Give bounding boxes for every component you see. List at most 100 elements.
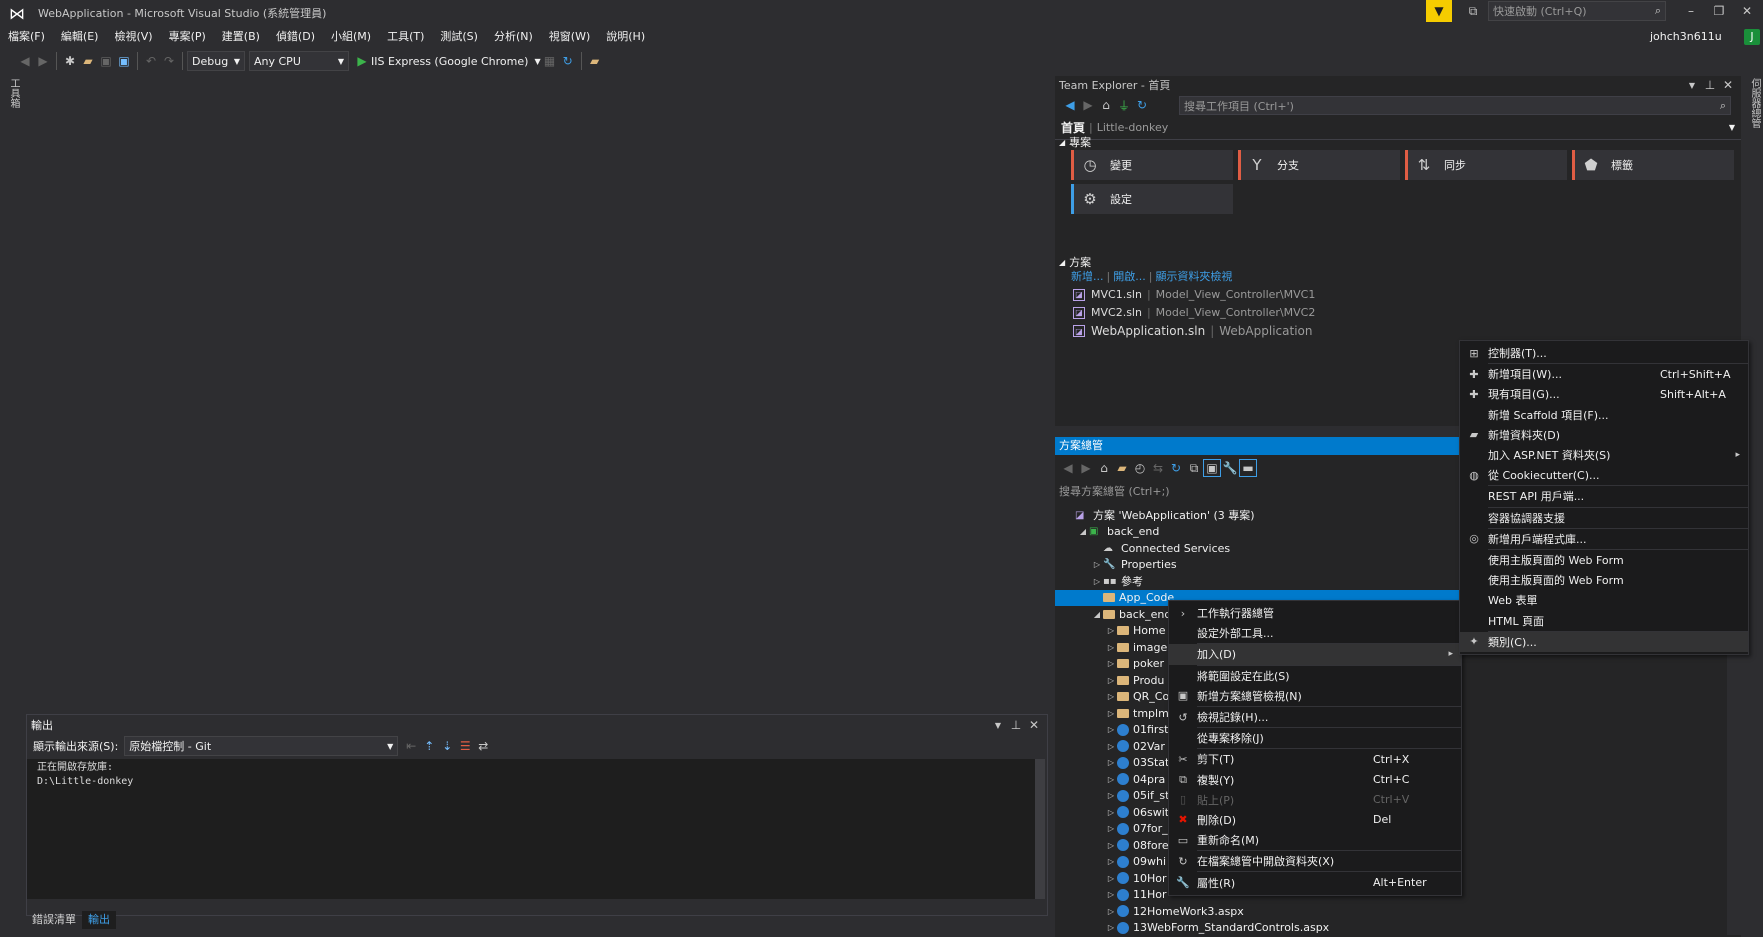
add-menu-item[interactable]: HTML 頁面: [1460, 610, 1748, 630]
properties-icon[interactable]: 🔧: [1221, 459, 1239, 477]
home-icon[interactable]: ⌂: [1097, 96, 1115, 114]
menu-view[interactable]: 檢視(V): [106, 26, 160, 48]
redo-icon[interactable]: ↷: [160, 52, 178, 70]
add-menu-item[interactable]: REST API 用戶端...: [1460, 486, 1748, 506]
work-item-search[interactable]: 搜尋工作項目 (Ctrl+') ⌕: [1179, 96, 1731, 115]
close-icon[interactable]: ✕: [1025, 716, 1043, 734]
collapsed-arrow-icon[interactable]: ▷: [1091, 560, 1103, 569]
menu-window[interactable]: 視窗(W): [541, 26, 598, 48]
next-message-icon[interactable]: ⇣: [438, 737, 456, 755]
menu-file[interactable]: 檔案(F): [0, 26, 53, 48]
close-icon[interactable]: ✕: [1738, 2, 1756, 20]
context-menu-item[interactable]: 🔧 屬性(R) Alt+Enter: [1169, 872, 1461, 892]
context-menu-item[interactable]: ✖ 刪除(D) Del: [1169, 810, 1461, 830]
menu-debug[interactable]: 偵錯(D): [268, 26, 323, 48]
quick-launch-input[interactable]: 快速啟動 (Ctrl+Q): [1493, 3, 1587, 19]
forward-icon[interactable]: ▶: [34, 52, 52, 70]
avatar[interactable]: J: [1744, 29, 1760, 45]
minimize-icon[interactable]: –: [1682, 2, 1700, 20]
solution-item[interactable]: ◪ MVC1.sln | Model_View_Controller\MVC1: [1073, 288, 1315, 301]
back-icon[interactable]: ◀: [1061, 96, 1079, 114]
restore-icon[interactable]: ❐: [1710, 2, 1728, 20]
forward-icon[interactable]: ▶: [1079, 96, 1097, 114]
tile-sync[interactable]: ⇅ 同步: [1405, 150, 1567, 180]
context-menu-item[interactable]: ▯ 貼上(P) Ctrl+V: [1169, 790, 1461, 810]
tree-node[interactable]: ▷ 12HomeWork3.aspx: [1055, 903, 1741, 920]
collapsed-arrow-icon[interactable]: ▷: [1105, 907, 1117, 916]
context-menu-item[interactable]: 將範圍設定在此(S): [1169, 666, 1461, 686]
server-explorer-tab[interactable]: 伺服器總管: [1747, 78, 1762, 128]
tile-changes[interactable]: ◷ 變更: [1071, 150, 1233, 180]
collapsed-arrow-icon[interactable]: ▷: [1105, 841, 1117, 850]
sync-icon[interactable]: ⇆: [1149, 459, 1167, 477]
output-text[interactable]: 正在開啟存放庫: D:\Little-donkey: [27, 759, 1039, 899]
add-menu-item[interactable]: ◍ 從 Cookiecutter(C)...: [1460, 465, 1748, 485]
chevron-down-icon[interactable]: ▼: [989, 716, 1007, 734]
solution-item[interactable]: ◪ WebApplication.sln | WebApplication: [1073, 324, 1312, 338]
add-menu-item[interactable]: ✦ 類別(C)...: [1460, 631, 1748, 652]
solution-search-input[interactable]: 搜尋方案總管 (Ctrl+;): [1059, 483, 1170, 499]
add-menu-item[interactable]: ✚ 現有項目(G)... Shift+Alt+A: [1460, 384, 1748, 404]
pin-icon[interactable]: ⊥: [1701, 76, 1719, 94]
collapsed-arrow-icon[interactable]: ▷: [1105, 874, 1117, 883]
context-menu-item[interactable]: ▣ 新增方案總管檢視(N): [1169, 686, 1461, 706]
menu-edit[interactable]: 編輯(E): [53, 26, 107, 48]
folder-view-link[interactable]: 顯示資料夾檢視: [1155, 268, 1232, 284]
collapsed-arrow-icon[interactable]: ▷: [1105, 692, 1117, 701]
context-menu-item[interactable]: ✂ 剪下(T) Ctrl+X: [1169, 749, 1461, 769]
context-menu-item[interactable]: 從專案移除(J): [1169, 728, 1461, 748]
tile-tags[interactable]: ⬟ 標籤: [1572, 150, 1734, 180]
close-icon[interactable]: ✕: [1719, 76, 1737, 94]
output-source-dropdown[interactable]: 原始檔控制 - Git ▼: [124, 736, 399, 756]
collapsed-arrow-icon[interactable]: ▷: [1105, 725, 1117, 734]
add-menu-item[interactable]: ◎ 新增用戶端程式庫...: [1460, 529, 1748, 549]
quick-launch-box[interactable]: 快速啟動 (Ctrl+Q) ⌕: [1488, 1, 1666, 21]
collapsed-arrow-icon[interactable]: ▷: [1105, 890, 1117, 899]
chevron-down-icon[interactable]: ▼: [1683, 76, 1701, 94]
add-menu-item[interactable]: 新增 Scaffold 項目(F)...: [1460, 405, 1748, 425]
add-menu-item[interactable]: 使用主版頁面的 Web Form: [1460, 570, 1748, 590]
bookmark-icon[interactable]: ▰: [586, 52, 604, 70]
collapsed-arrow-icon[interactable]: ▷: [1105, 626, 1117, 635]
add-menu-item[interactable]: ▰ 新增資料夾(D): [1460, 425, 1748, 445]
back-icon[interactable]: ◀: [16, 52, 34, 70]
collapsed-arrow-icon[interactable]: ▷: [1105, 676, 1117, 685]
forward-icon[interactable]: ▶: [1077, 459, 1095, 477]
preview-icon[interactable]: ▬: [1239, 459, 1257, 477]
open-solution-link[interactable]: 開啟...: [1113, 268, 1146, 284]
collapsed-arrow-icon[interactable]: ▷: [1105, 923, 1117, 932]
solution-item[interactable]: ◪ MVC2.sln | Model_View_Controller\MVC2: [1073, 306, 1315, 319]
switch-views-icon[interactable]: ▰: [1113, 459, 1131, 477]
add-menu-item[interactable]: ⊞ 控制器(T)...: [1460, 343, 1748, 363]
run-icon[interactable]: ▶: [353, 52, 371, 70]
new-project-icon[interactable]: ✱: [61, 52, 79, 70]
collapsed-arrow-icon[interactable]: ▷: [1105, 659, 1117, 668]
collapsed-arrow-icon[interactable]: ▷: [1105, 758, 1117, 767]
collapsed-arrow-icon[interactable]: ▷: [1091, 577, 1103, 586]
add-menu-item[interactable]: 使用主版頁面的 Web Form: [1460, 550, 1748, 570]
tile-branches[interactable]: Y 分支: [1238, 150, 1400, 180]
add-menu-item[interactable]: Web 表單: [1460, 590, 1748, 610]
feedback-filter-icon[interactable]: ▼: [1426, 0, 1452, 22]
pending-changes-icon[interactable]: ◴: [1131, 459, 1149, 477]
platform-dropdown[interactable]: Any CPU ▼: [249, 51, 349, 71]
add-menu-item[interactable]: 加入 ASP.NET 資料夾(S) ▸: [1460, 445, 1748, 465]
output-scrollbar[interactable]: [1035, 759, 1045, 899]
collapsed-arrow-icon[interactable]: ▷: [1105, 742, 1117, 751]
undo-icon[interactable]: ↶: [142, 52, 160, 70]
menu-analyze[interactable]: 分析(N): [486, 26, 541, 48]
context-menu-item[interactable]: › 工作執行器總管: [1169, 603, 1461, 623]
collapsed-arrow-icon[interactable]: ▷: [1105, 709, 1117, 718]
menu-project[interactable]: 專案(P): [161, 26, 214, 48]
context-menu-item[interactable]: ▭ 重新命名(M): [1169, 830, 1461, 850]
add-menu-item[interactable]: ✚ 新增項目(W)... Ctrl+Shift+A: [1460, 364, 1748, 384]
refresh-icon[interactable]: ↻: [1133, 96, 1151, 114]
pin-icon[interactable]: ⊥: [1007, 716, 1025, 734]
refresh-icon[interactable]: ↻: [1167, 459, 1185, 477]
context-menu-item[interactable]: ↺ 檢視記錄(H)...: [1169, 707, 1461, 727]
user-name[interactable]: johch3n611u: [1650, 26, 1722, 48]
collapsed-arrow-icon[interactable]: ▷: [1105, 643, 1117, 652]
collapsed-arrow-icon[interactable]: ▷: [1105, 857, 1117, 866]
tab-output[interactable]: 輸出: [82, 911, 116, 929]
show-all-files-icon[interactable]: ▣: [1203, 459, 1221, 477]
